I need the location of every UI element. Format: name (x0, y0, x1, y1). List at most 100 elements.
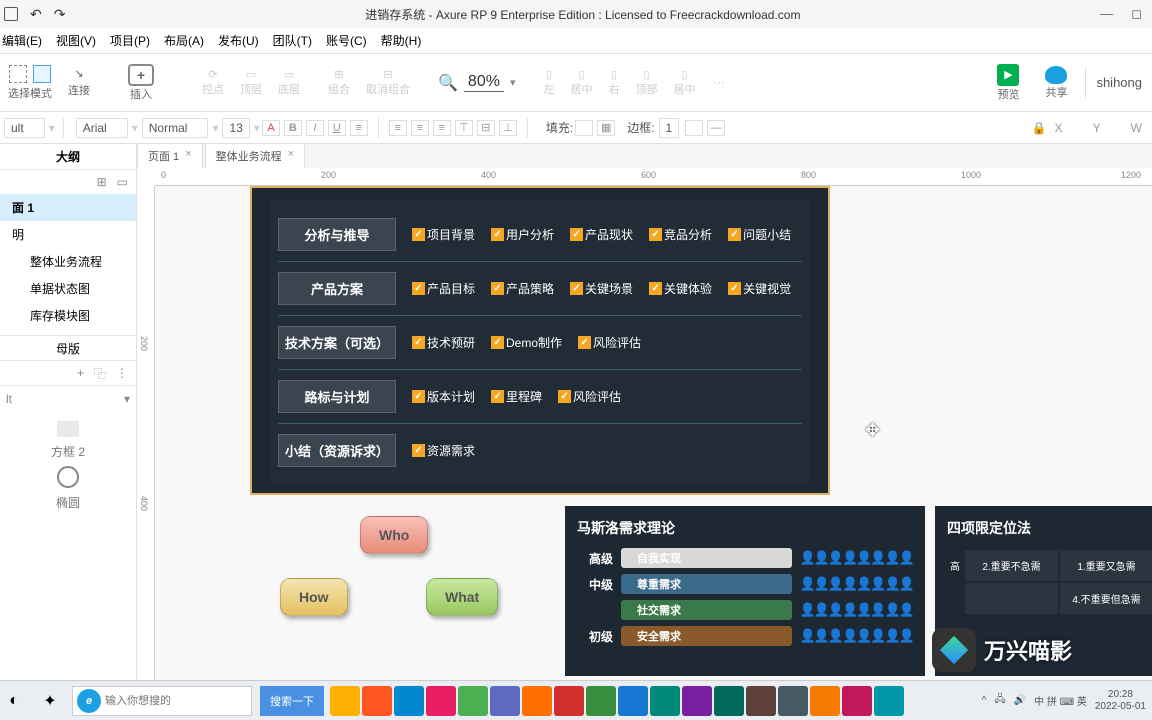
menu-team[interactable]: 团队(T) (273, 32, 312, 49)
tree-item[interactable]: 整体业务流程 (0, 248, 136, 275)
style-preset[interactable]: ult (4, 118, 45, 138)
insert-tool[interactable]: + 插入 (128, 64, 154, 102)
check-item[interactable]: ✓Demo制作 (491, 334, 562, 351)
username-label[interactable]: shihong (1096, 75, 1142, 90)
check-item[interactable]: ✓竞品分析 (649, 226, 712, 243)
close-icon[interactable]: × (185, 148, 191, 164)
menu-account[interactable]: 账号(C) (326, 32, 367, 49)
taskbar-app-icon[interactable] (810, 686, 840, 716)
font-color-button[interactable]: A (262, 120, 280, 136)
check-item[interactable]: ✓资源需求 (412, 442, 475, 459)
what-bubble[interactable]: What (426, 578, 498, 616)
check-item[interactable]: ✓里程碑 (491, 388, 542, 405)
taskbar-app-icon[interactable] (682, 686, 712, 716)
framework-card[interactable]: 分析与推导✓项目背景✓用户分析✓产品现状✓竞品分析✓问题小结产品方案✓产品目标✓… (250, 186, 830, 495)
copilot-icon[interactable]: ✦ (36, 687, 64, 715)
more-icon[interactable]: ⋯ (713, 76, 724, 89)
who-bubble[interactable]: Who (360, 516, 428, 554)
add-folder-icon[interactable]: ▭ (117, 175, 128, 189)
check-item[interactable]: ✓版本计划 (412, 388, 475, 405)
taskbar-app-icon[interactable] (778, 686, 808, 716)
master-search[interactable]: lt ▾ (0, 385, 136, 411)
check-item[interactable]: ✓项目背景 (412, 226, 475, 243)
check-item[interactable]: ✓风险评估 (578, 334, 641, 351)
clock[interactable]: 20:28 2022-05-01 (1095, 689, 1146, 713)
ime-indicator[interactable]: 中 拼 ⌨ 英 (1034, 693, 1087, 708)
zoom-value[interactable]: 80% (464, 73, 504, 92)
taskbar-app-icon[interactable] (586, 686, 616, 716)
maximize-icon[interactable]: ◻ (1131, 6, 1142, 22)
taskbar-app-icon[interactable] (522, 686, 552, 716)
fill-color-button[interactable] (575, 120, 593, 136)
underline-button[interactable]: U (328, 120, 346, 136)
border-width[interactable]: 1 (659, 118, 680, 138)
taskbar-app-icon[interactable] (618, 686, 648, 716)
share-button[interactable]: 共享 (1045, 66, 1067, 100)
close-icon[interactable]: × (288, 148, 294, 164)
tray-chevron-icon[interactable]: ^ (982, 695, 987, 706)
tree-item[interactable]: 单据状态图 (0, 275, 136, 302)
search-input[interactable] (105, 695, 251, 707)
zoom-control[interactable]: 🔍 80% ▾ (438, 73, 515, 93)
align-right-button[interactable]: ≡ (433, 120, 451, 136)
taskbar-app-icon[interactable] (458, 686, 488, 716)
shape-rect-icon[interactable] (57, 421, 79, 437)
bold-button[interactable]: B (284, 120, 302, 136)
font-size[interactable]: 13 (222, 118, 249, 138)
check-item[interactable]: ✓问题小结 (728, 226, 791, 243)
taskbar-app-icon[interactable] (394, 686, 424, 716)
add-page-icon[interactable]: ⊞ (97, 175, 107, 189)
more-master-icon[interactable]: ⋮ (116, 366, 128, 380)
taskbar-app-icon[interactable] (874, 686, 904, 716)
tree-item[interactable]: 库存模块图 (0, 302, 136, 329)
tray-network-icon[interactable]: 🖧 (994, 692, 1005, 709)
taskbar-app-icon[interactable] (554, 686, 584, 716)
5w-diagram[interactable]: Who How What (270, 506, 570, 666)
taskbar-app-icon[interactable] (714, 686, 744, 716)
taskbar-search[interactable]: e (72, 686, 252, 716)
connect-tool[interactable]: ↘ 连接 (68, 67, 90, 98)
redo-icon[interactable]: ↷ (54, 6, 66, 23)
select-mode-tool[interactable]: 选择模式 (8, 65, 52, 101)
taskbar-app-icon[interactable] (426, 686, 456, 716)
check-item[interactable]: ✓关键视觉 (728, 280, 791, 297)
lock-icon[interactable]: 🔒 (1032, 121, 1047, 135)
check-item[interactable]: ✓用户分析 (491, 226, 554, 243)
menu-publish[interactable]: 发布(U) (218, 32, 259, 49)
dup-master-icon[interactable]: ⿻ (94, 365, 106, 382)
valign-bot-button[interactable]: ⊥ (499, 120, 517, 136)
menu-project[interactable]: 项目(P) (110, 32, 150, 49)
align-center-button[interactable]: ≡ (411, 120, 429, 136)
align-left-button[interactable]: ≡ (389, 120, 407, 136)
border-style-button[interactable]: — (707, 120, 725, 136)
maslow-card[interactable]: 马斯洛需求理论 高级自我实现👤👤👤👤👤👤👤👤中级尊重需求👤👤👤👤👤👤👤👤社交需求… (565, 506, 925, 676)
menu-help[interactable]: 帮助(H) (381, 32, 422, 49)
valign-top-button[interactable]: ⊤ (455, 120, 473, 136)
check-item[interactable]: ✓产品现状 (570, 226, 633, 243)
check-item[interactable]: ✓产品策略 (491, 280, 554, 297)
save-icon[interactable] (4, 7, 18, 21)
search-icon[interactable]: 🔍 (438, 73, 458, 93)
minimize-icon[interactable]: — (1100, 6, 1113, 22)
taskbar-app-icon[interactable] (330, 686, 360, 716)
chevron-down-icon[interactable]: ▾ (510, 76, 516, 89)
fill-image-button[interactable]: ▦ (597, 120, 615, 136)
check-item[interactable]: ✓关键体验 (649, 280, 712, 297)
taskbar-app-icon[interactable] (362, 686, 392, 716)
taskbar-app-icon[interactable] (746, 686, 776, 716)
canvas-wrap[interactable]: 020040060080010001200 200400 分析与推导✓项目背景✓… (137, 168, 1152, 700)
check-item[interactable]: ✓产品目标 (412, 280, 475, 297)
add-master-icon[interactable]: + (77, 366, 84, 380)
valign-mid-button[interactable]: ⊟ (477, 120, 495, 136)
tree-item[interactable]: 面 1 (0, 194, 136, 221)
taskbar-app-icon[interactable] (490, 686, 520, 716)
border-color-button[interactable] (685, 120, 703, 136)
menu-edit[interactable]: 编辑(E) (2, 32, 42, 49)
canvas[interactable]: 分析与推导✓项目背景✓用户分析✓产品现状✓竞品分析✓问题小结产品方案✓产品目标✓… (155, 186, 1152, 700)
check-item[interactable]: ✓风险评估 (558, 388, 621, 405)
taskbar-app-icon[interactable] (842, 686, 872, 716)
tree-item[interactable]: 明 (0, 221, 136, 248)
taskbar-app-icon[interactable] (650, 686, 680, 716)
italic-button[interactable]: I (306, 120, 324, 136)
check-item[interactable]: ✓关键场景 (570, 280, 633, 297)
